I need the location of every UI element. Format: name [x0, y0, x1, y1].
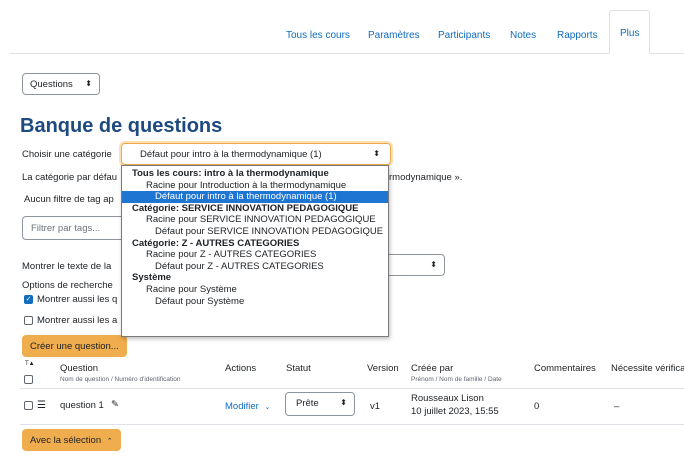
- dropdown-group: Tous les cours: intro à la thermodynamiq…: [132, 168, 329, 179]
- question-type-icon: ☰: [37, 400, 46, 411]
- chevron-up-icon: ⌃: [106, 438, 113, 445]
- dropdown-option[interactable]: Racine pour Système: [122, 284, 388, 296]
- tab-reports[interactable]: Rapports: [557, 30, 598, 41]
- show-also-q-label: Montrer aussi les q: [37, 294, 118, 305]
- tag-filter-input[interactable]: Filtrer par tags...: [22, 216, 132, 240]
- header-created-by-label: Créée par: [411, 363, 454, 374]
- row-checkbox[interactable]: [24, 401, 33, 410]
- header-divider: [20, 388, 684, 389]
- sort-icon[interactable]: T▲: [25, 361, 35, 367]
- updown-icon: ⬍: [340, 398, 347, 407]
- tag-filter-placeholder: Filtrer par tags...: [31, 223, 101, 234]
- dropdown-option[interactable]: Racine pour Z - AUTRES CATEGORIES: [122, 249, 388, 261]
- tab-more[interactable]: Plus: [609, 10, 651, 54]
- tab-participants[interactable]: Participants: [438, 30, 490, 41]
- header-version[interactable]: Version: [367, 363, 399, 374]
- search-options-label: Options de recherche: [22, 280, 113, 291]
- default-category-info: La catégorie par défau: [22, 172, 118, 183]
- header-question-label: Question: [60, 363, 99, 374]
- with-selection-button[interactable]: Avec la sélection ⌃: [22, 429, 121, 451]
- dropdown-group: Catégorie: Z - AUTRES CATEGORIES: [132, 237, 300, 249]
- tab-settings[interactable]: Paramètres: [368, 30, 420, 41]
- status-value: Prête: [296, 398, 319, 409]
- category-select-value: Défaut pour intro à la thermodynamique (…: [140, 149, 322, 160]
- header-status[interactable]: Statut: [286, 363, 311, 374]
- row-comments[interactable]: 0: [534, 401, 539, 412]
- updown-icon: ⬍: [85, 79, 92, 88]
- dropdown-option[interactable]: Racine pour SERVICE INNOVATION PEDAGOGIQ…: [122, 214, 388, 226]
- show-also-q-checkbox[interactable]: ✓: [24, 295, 33, 304]
- category-label: Choisir une catégorie: [22, 149, 112, 160]
- show-also-a-label: Montrer aussi les a: [37, 315, 118, 326]
- default-category-info-tail: rmodynamique ».: [389, 172, 463, 183]
- category-dropdown-list[interactable]: Tous les cours: intro à la thermodynamiq…: [121, 165, 389, 337]
- header-question[interactable]: Question Nom de question / Numéro d'iden…: [60, 363, 180, 383]
- dropdown-group: Système: [132, 272, 172, 284]
- status-select[interactable]: Prête ⬍: [285, 392, 355, 416]
- header-question-sub: Nom de question / Numéro d'identificatio…: [60, 376, 181, 383]
- header-comments[interactable]: Commentaires: [534, 363, 596, 374]
- row-version: v1: [370, 401, 381, 412]
- page-select-value: Questions: [30, 79, 73, 90]
- dropdown-option[interactable]: Défaut pour Z - AUTRES CATEGORIES: [122, 261, 388, 273]
- dropdown-option[interactable]: Racine pour Introduction à la thermodyna…: [122, 180, 388, 192]
- edit-action-label: Modifier: [225, 401, 259, 412]
- dropdown-option[interactable]: Défaut pour Système: [122, 296, 388, 308]
- tag-filter-label: Aucun filtre de tag ap: [24, 194, 114, 205]
- header-needs-check[interactable]: Nécessite vérifica: [611, 363, 684, 374]
- show-question-text-select[interactable]: ⬍: [385, 254, 445, 276]
- tab-all-courses[interactable]: Tous les cours: [286, 30, 350, 41]
- show-also-a-checkbox[interactable]: [24, 316, 33, 325]
- page-title: Banque de questions: [20, 115, 223, 137]
- create-question-button[interactable]: Créer une question...: [22, 335, 127, 357]
- category-select[interactable]: Défaut pour intro à la thermodynamique (…: [121, 143, 391, 165]
- updown-icon: ⬍: [430, 260, 437, 269]
- tab-grades[interactable]: Notes: [510, 30, 536, 41]
- secondary-navigation: Tous les cours Paramètres Participants N…: [0, 0, 684, 54]
- header-created-by-sub: Prénom / Nom de famille / Date: [411, 376, 502, 383]
- edit-action-menu[interactable]: Modifier ⌄: [225, 401, 270, 412]
- edit-pencil-icon[interactable]: ✎: [111, 399, 119, 410]
- chevron-down-icon: ⌄: [264, 404, 271, 411]
- question-name[interactable]: question 1: [60, 400, 104, 411]
- header-created-by[interactable]: Créée par Prénom / Nom de famille / Date: [411, 363, 502, 383]
- question-bank-page-select[interactable]: Questions ⬍: [22, 73, 100, 95]
- select-all-checkbox[interactable]: [24, 375, 33, 384]
- row-date: 10 juillet 2023, 15:55: [411, 406, 499, 417]
- dropdown-option[interactable]: Défaut pour SERVICE INNOVATION PEDAGOGIQ…: [122, 226, 388, 238]
- with-selection-label: Avec la sélection: [30, 435, 102, 446]
- show-question-text-label: Montrer le texte de la: [22, 261, 112, 272]
- row-needs-check: –: [614, 401, 620, 412]
- row-author: Rousseaux Lison: [411, 393, 484, 404]
- dropdown-group: Catégorie: SERVICE INNOVATION PEDAGOGIQU…: [132, 202, 359, 214]
- dropdown-option-selected[interactable]: Défaut pour intro à la thermodynamique (…: [122, 191, 388, 203]
- header-actions: Actions: [225, 363, 257, 374]
- updown-icon: ⬍: [373, 149, 380, 158]
- row-divider: [20, 424, 684, 425]
